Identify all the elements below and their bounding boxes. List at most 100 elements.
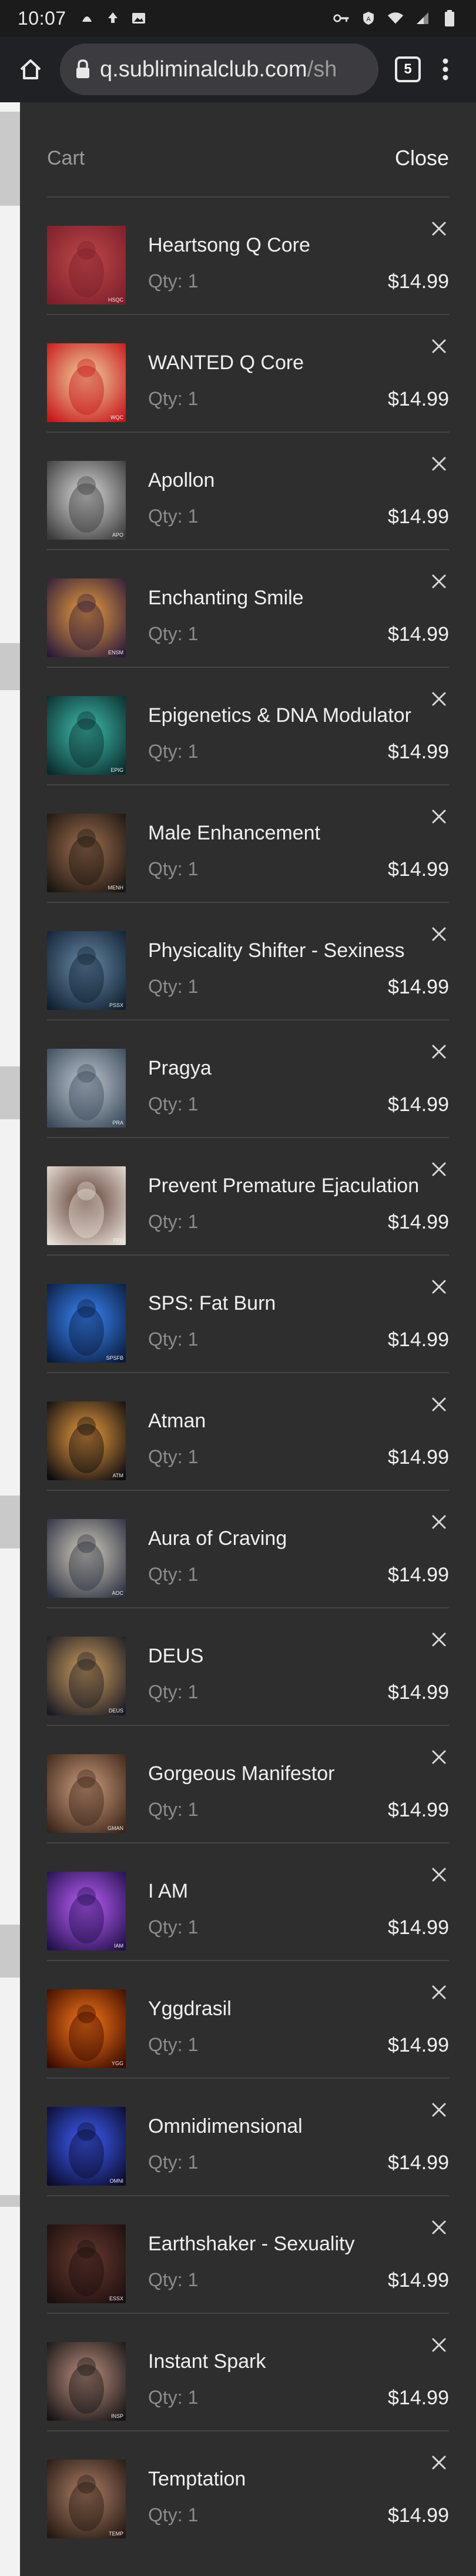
item-quantity: Qty: 1 bbox=[148, 1329, 199, 1350]
product-thumbnail[interactable]: MENH bbox=[47, 814, 126, 892]
item-name[interactable]: Pragya bbox=[148, 1057, 212, 1080]
page-background-strip bbox=[0, 102, 20, 2576]
item-name[interactable]: Aura of Craving bbox=[148, 1527, 287, 1550]
item-name[interactable]: SPS: Fat Burn bbox=[148, 1292, 276, 1315]
item-name[interactable]: Physicality Shifter - Sexiness bbox=[148, 939, 405, 962]
product-thumbnail[interactable]: PPE bbox=[47, 1166, 126, 1245]
remove-item-button[interactable] bbox=[429, 2453, 449, 2473]
cart-item: APO Apollon Qty: 1 $14.99 bbox=[47, 431, 449, 549]
product-image bbox=[47, 1166, 126, 1245]
item-price: $14.99 bbox=[388, 388, 449, 410]
tab-switcher-button[interactable]: 5 bbox=[389, 51, 427, 88]
cart-item: EPIG Epigenetics & DNA Modulator Qty: 1 … bbox=[47, 667, 449, 784]
product-image bbox=[47, 2224, 126, 2303]
cart-title: Cart bbox=[47, 146, 85, 169]
item-name[interactable]: Yggdrasil bbox=[148, 1998, 232, 2020]
remove-item-button[interactable] bbox=[429, 1159, 449, 1179]
browser-toolbar: q.subliminalclub.com/sh 5 bbox=[0, 36, 476, 102]
item-quantity: Qty: 1 bbox=[148, 2504, 199, 2525]
item-name[interactable]: Temptation bbox=[148, 2468, 246, 2491]
close-cart-button[interactable]: Close bbox=[395, 146, 449, 170]
url-bar[interactable]: q.subliminalclub.com/sh bbox=[60, 44, 378, 95]
remove-item-button[interactable] bbox=[429, 2100, 449, 2120]
product-thumbnail[interactable]: AOC bbox=[47, 1519, 126, 1598]
remove-item-button[interactable] bbox=[429, 571, 449, 591]
product-image bbox=[47, 1989, 126, 2068]
product-thumbnail[interactable]: EPIG bbox=[47, 696, 126, 775]
item-name[interactable]: Enchanting Smile bbox=[148, 587, 304, 610]
remove-item-button[interactable] bbox=[429, 1042, 449, 1062]
cart-item: DEUS DEUS Qty: 1 $14.99 bbox=[47, 1607, 449, 1725]
product-thumbnail[interactable]: ENSM bbox=[47, 578, 126, 657]
cart-item-list: HSQC Heartsong Q Core Qty: 1 $14.99 WQC … bbox=[47, 196, 449, 2548]
product-image bbox=[47, 2342, 126, 2421]
battery-icon bbox=[441, 9, 458, 27]
item-name[interactable]: Apollon bbox=[148, 469, 214, 492]
remove-item-button[interactable] bbox=[429, 1630, 449, 1650]
product-thumbnail[interactable]: ESSX bbox=[47, 2224, 126, 2303]
product-thumbnail[interactable]: ATM bbox=[47, 1401, 126, 1480]
remove-item-button[interactable] bbox=[429, 336, 449, 356]
product-image bbox=[47, 226, 126, 305]
cart-item: IAM I AM Qty: 1 $14.99 bbox=[47, 1842, 449, 1960]
item-name[interactable]: Prevent Premature Ejaculation bbox=[148, 1175, 419, 1197]
item-name[interactable]: WANTED Q Core bbox=[148, 352, 304, 374]
remove-item-button[interactable] bbox=[429, 807, 449, 827]
product-thumbnail[interactable]: PSSX bbox=[47, 931, 126, 1010]
cart-item: ENSM Enchanting Smile Qty: 1 $14.99 bbox=[47, 549, 449, 667]
close-icon bbox=[432, 222, 446, 236]
product-thumbnail[interactable]: OMNI bbox=[47, 2107, 126, 2186]
item-quantity: Qty: 1 bbox=[148, 388, 199, 409]
product-thumbnail[interactable]: WQC bbox=[47, 343, 126, 422]
thumbnail-tag: TEMP bbox=[108, 2531, 123, 2537]
item-price: $14.99 bbox=[388, 1564, 449, 1586]
remove-item-button[interactable] bbox=[429, 1865, 449, 1885]
home-button[interactable] bbox=[12, 51, 49, 88]
remove-item-button[interactable] bbox=[429, 219, 449, 239]
product-thumbnail[interactable]: IAM bbox=[47, 1872, 126, 1951]
item-name[interactable]: Earthshaker - Sexuality bbox=[148, 2233, 355, 2256]
remove-item-button[interactable] bbox=[429, 454, 449, 474]
item-price: $14.99 bbox=[388, 1799, 449, 1821]
item-price: $14.99 bbox=[388, 976, 449, 998]
remove-item-button[interactable] bbox=[429, 1982, 449, 2002]
thumbnail-tag: OMNI bbox=[109, 2178, 124, 2184]
remove-item-button[interactable] bbox=[429, 1277, 449, 1297]
item-name[interactable]: DEUS bbox=[148, 1645, 203, 1668]
product-image bbox=[47, 343, 126, 422]
thumbnail-tag: HSQC bbox=[108, 297, 123, 303]
item-name[interactable]: Omnidimensional bbox=[148, 2115, 303, 2138]
product-thumbnail[interactable]: DEUS bbox=[47, 1637, 126, 1715]
product-thumbnail[interactable]: TEMP bbox=[47, 2460, 126, 2538]
browser-menu-button[interactable] bbox=[427, 51, 464, 88]
remove-item-button[interactable] bbox=[429, 1512, 449, 1532]
cart-item: PSSX Physicality Shifter - Sexiness Qty:… bbox=[47, 902, 449, 1019]
remove-item-button[interactable] bbox=[429, 1394, 449, 1414]
thumbnail-tag: WQC bbox=[110, 414, 123, 420]
product-thumbnail[interactable]: APO bbox=[47, 461, 126, 540]
item-name[interactable]: Gorgeous Manifestor bbox=[148, 1762, 335, 1785]
product-thumbnail[interactable]: SPSFB bbox=[47, 1284, 126, 1363]
item-name[interactable]: Atman bbox=[148, 1410, 206, 1433]
item-price: $14.99 bbox=[388, 2387, 449, 2409]
remove-item-button[interactable] bbox=[429, 2217, 449, 2237]
product-thumbnail[interactable]: PRA bbox=[47, 1049, 126, 1128]
item-name[interactable]: Epigenetics & DNA Modulator bbox=[148, 704, 411, 727]
item-name[interactable]: Male Enhancement bbox=[148, 822, 320, 845]
remove-item-button[interactable] bbox=[429, 689, 449, 709]
close-icon bbox=[432, 1397, 446, 1411]
item-name[interactable]: Instant Spark bbox=[148, 2350, 266, 2373]
remove-item-button[interactable] bbox=[429, 2335, 449, 2355]
close-icon bbox=[432, 1750, 446, 1764]
product-thumbnail[interactable]: YGG bbox=[47, 1989, 126, 2068]
item-quantity: Qty: 1 bbox=[148, 270, 199, 292]
item-name[interactable]: I AM bbox=[148, 1880, 188, 1903]
product-thumbnail[interactable]: INSP bbox=[47, 2342, 126, 2421]
product-thumbnail[interactable]: HSQC bbox=[47, 226, 126, 305]
item-name[interactable]: Heartsong Q Core bbox=[148, 234, 310, 257]
product-thumbnail[interactable]: GMAN bbox=[47, 1754, 126, 1833]
cart-item: INSP Instant Spark Qty: 1 $14.99 bbox=[47, 2313, 449, 2430]
remove-item-button[interactable] bbox=[429, 1747, 449, 1767]
close-icon bbox=[432, 457, 446, 471]
remove-item-button[interactable] bbox=[429, 924, 449, 944]
